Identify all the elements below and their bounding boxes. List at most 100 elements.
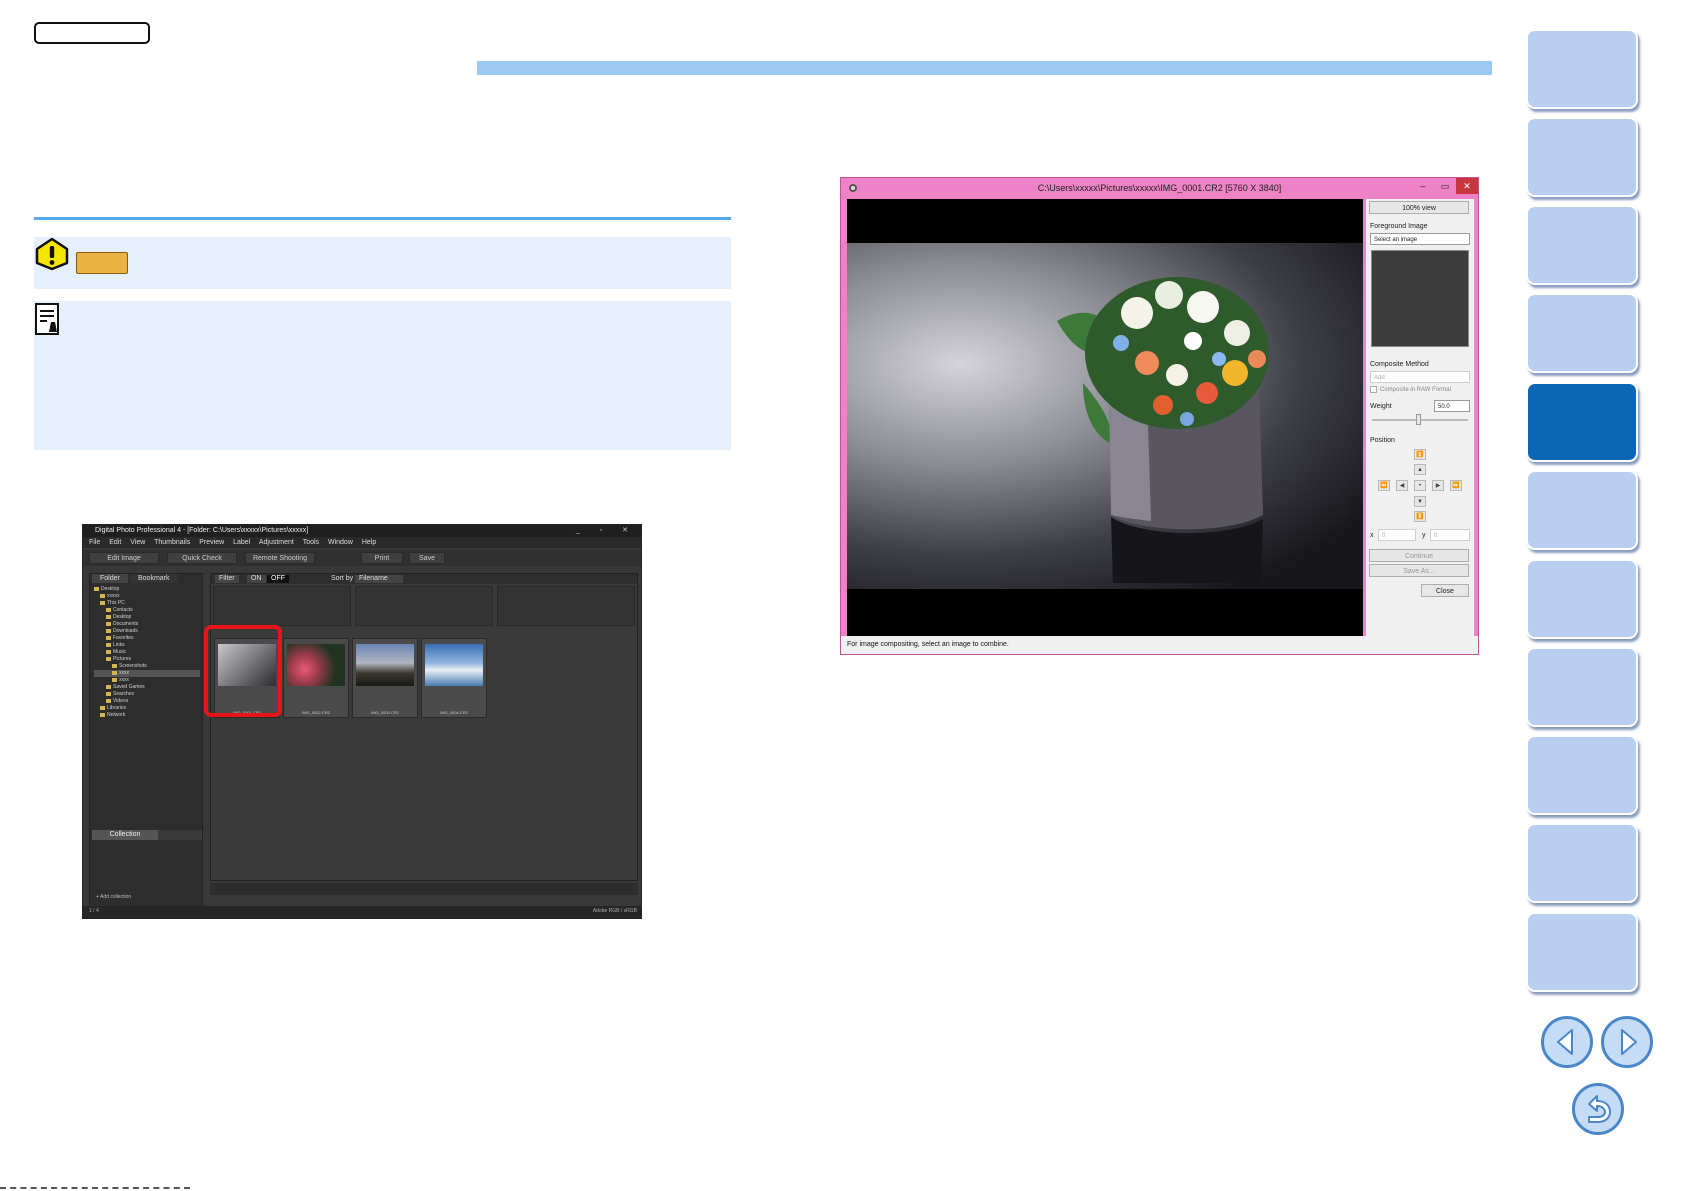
menu-thumbnails[interactable]: Thumbnails	[154, 539, 190, 546]
weight-input[interactable]: 50.0	[1434, 400, 1470, 412]
composite-method-label: Composite Method	[1370, 361, 1429, 368]
nav-tab[interactable]	[1526, 205, 1638, 285]
save-as-button[interactable]: Save As...	[1369, 564, 1469, 577]
tree-item[interactable]: Desktop	[94, 614, 200, 621]
edit-image-button[interactable]: Edit Image	[89, 552, 159, 564]
caution-note-box	[34, 237, 731, 289]
save-button[interactable]: Save	[409, 552, 445, 564]
quick-check-button[interactable]: Quick Check	[167, 552, 237, 564]
move-up-icon[interactable]: ▲	[1414, 464, 1426, 475]
tree-item[interactable]: Libraries	[94, 705, 200, 712]
tree-item[interactable]: Favorites	[94, 635, 200, 642]
continue-button[interactable]: Continue	[1369, 549, 1469, 562]
filter-on-toggle[interactable]: ON	[247, 575, 266, 583]
nav-tab-active[interactable]	[1526, 382, 1638, 462]
menu-file[interactable]: File	[89, 539, 100, 546]
caution-label-tag	[76, 252, 128, 274]
menu-edit[interactable]: Edit	[109, 539, 121, 546]
menu-help[interactable]: Help	[362, 539, 376, 546]
heading-rule	[477, 61, 1492, 75]
tree-item[interactable]: This PC	[94, 600, 200, 607]
tab-collection[interactable]: Collection	[92, 830, 158, 840]
move-far-left-icon[interactable]: ⏪	[1378, 480, 1390, 491]
center-icon[interactable]: •	[1414, 480, 1426, 491]
nav-tab[interactable]	[1526, 912, 1638, 992]
menu-label[interactable]: Label	[233, 539, 250, 546]
folder-icon	[106, 614, 111, 619]
tree-item[interactable]: Links	[94, 642, 200, 649]
filter-off-toggle[interactable]: OFF	[267, 575, 289, 583]
thumbnail-item[interactable]: IMG_0004.CR2	[421, 638, 487, 718]
position-label: Position	[1370, 437, 1395, 444]
nav-tab[interactable]	[1526, 470, 1638, 550]
menu-view[interactable]: View	[130, 539, 145, 546]
tree-item[interactable]: Pictures	[94, 656, 200, 663]
close-icon[interactable]: ✕	[1456, 178, 1478, 194]
menu-adjustment[interactable]: Adjustment	[259, 539, 294, 546]
filter-bar: Filter ON OFF Sort by Filename	[211, 574, 637, 584]
tree-item[interactable]: xxxxx	[94, 593, 200, 600]
nav-tab[interactable]	[1526, 29, 1638, 109]
move-top-icon[interactable]: ⏫	[1414, 449, 1426, 460]
menu-window[interactable]: Window	[328, 539, 353, 546]
nav-tab[interactable]	[1526, 647, 1638, 727]
remote-shooting-button[interactable]: Remote Shooting	[245, 552, 315, 564]
thumbnail-filename: IMG_0004.CR2	[440, 710, 468, 715]
nav-tab[interactable]	[1526, 735, 1638, 815]
next-page-button[interactable]	[1601, 1016, 1653, 1068]
raw-format-checkbox[interactable]: Composite in RAW Format	[1370, 386, 1451, 393]
menu-preview[interactable]: Preview	[199, 539, 224, 546]
header-pill	[34, 22, 150, 44]
tree-item[interactable]: Desktop	[94, 586, 200, 593]
nav-tab[interactable]	[1526, 823, 1638, 903]
add-collection-button[interactable]: + Add collection	[96, 894, 131, 900]
tree-item[interactable]: Saved Games	[94, 684, 200, 691]
tree-item-selected[interactable]: xxxx	[94, 670, 200, 677]
weight-slider-handle[interactable]	[1416, 414, 1421, 425]
minimize-icon[interactable]: –	[1412, 178, 1434, 194]
view-100-button[interactable]: 100% view	[1369, 201, 1469, 214]
dpp-window-controls[interactable]: _ ▫ ✕	[576, 525, 637, 537]
tree-item[interactable]: Music	[94, 649, 200, 656]
tree-item[interactable]: xxxx	[94, 677, 200, 684]
move-left-icon[interactable]: ◀	[1396, 480, 1408, 491]
foreground-select[interactable]: Select an image	[1370, 233, 1470, 245]
move-far-right-icon[interactable]: ⏩	[1450, 480, 1462, 491]
x-input[interactable]: 0	[1378, 529, 1416, 541]
x-label: x	[1370, 532, 1374, 539]
tree-item[interactable]: Screenshots	[94, 663, 200, 670]
tree-item[interactable]: Videos	[94, 698, 200, 705]
zoom-toolbar[interactable]	[210, 883, 638, 895]
collection-slot[interactable]	[497, 586, 635, 626]
menu-tools[interactable]: Tools	[303, 539, 319, 546]
filter-label: Filter	[215, 575, 239, 583]
thumbnail-item[interactable]: IMG_0002.CR2	[283, 638, 349, 718]
return-button[interactable]	[1572, 1083, 1624, 1135]
nav-tab[interactable]	[1526, 559, 1638, 639]
tree-item[interactable]: Documents	[94, 621, 200, 628]
tab-bookmark[interactable]: Bookmark	[130, 574, 178, 583]
previous-page-button[interactable]	[1541, 1016, 1593, 1068]
move-bottom-icon[interactable]: ⏬	[1414, 511, 1426, 522]
nav-tab[interactable]	[1526, 293, 1638, 373]
print-button[interactable]: Print	[361, 552, 403, 564]
tree-item[interactable]: Network	[94, 712, 200, 719]
close-button[interactable]: Close	[1421, 584, 1469, 597]
tree-item[interactable]: Searches	[94, 691, 200, 698]
composite-preview-canvas[interactable]	[847, 199, 1363, 636]
thumbnail-item[interactable]: IMG_0003.CR2	[352, 638, 418, 718]
collection-slot[interactable]	[213, 586, 351, 626]
nav-tab[interactable]	[1526, 117, 1638, 197]
caution-icon	[35, 237, 69, 271]
sort-by-select[interactable]: Filename	[355, 575, 403, 583]
tree-item[interactable]: Downloads	[94, 628, 200, 635]
checkbox-box[interactable]	[1370, 386, 1377, 393]
move-right-icon[interactable]: ▶	[1432, 480, 1444, 491]
tab-folder[interactable]: Folder	[92, 574, 128, 583]
maximize-icon[interactable]: ▭	[1434, 178, 1456, 194]
composite-method-select[interactable]: Add	[1370, 371, 1470, 383]
move-down-icon[interactable]: ▼	[1414, 496, 1426, 507]
tree-item[interactable]: Contacts	[94, 607, 200, 614]
collection-slot[interactable]	[355, 586, 493, 626]
y-input[interactable]: 0	[1430, 529, 1470, 541]
